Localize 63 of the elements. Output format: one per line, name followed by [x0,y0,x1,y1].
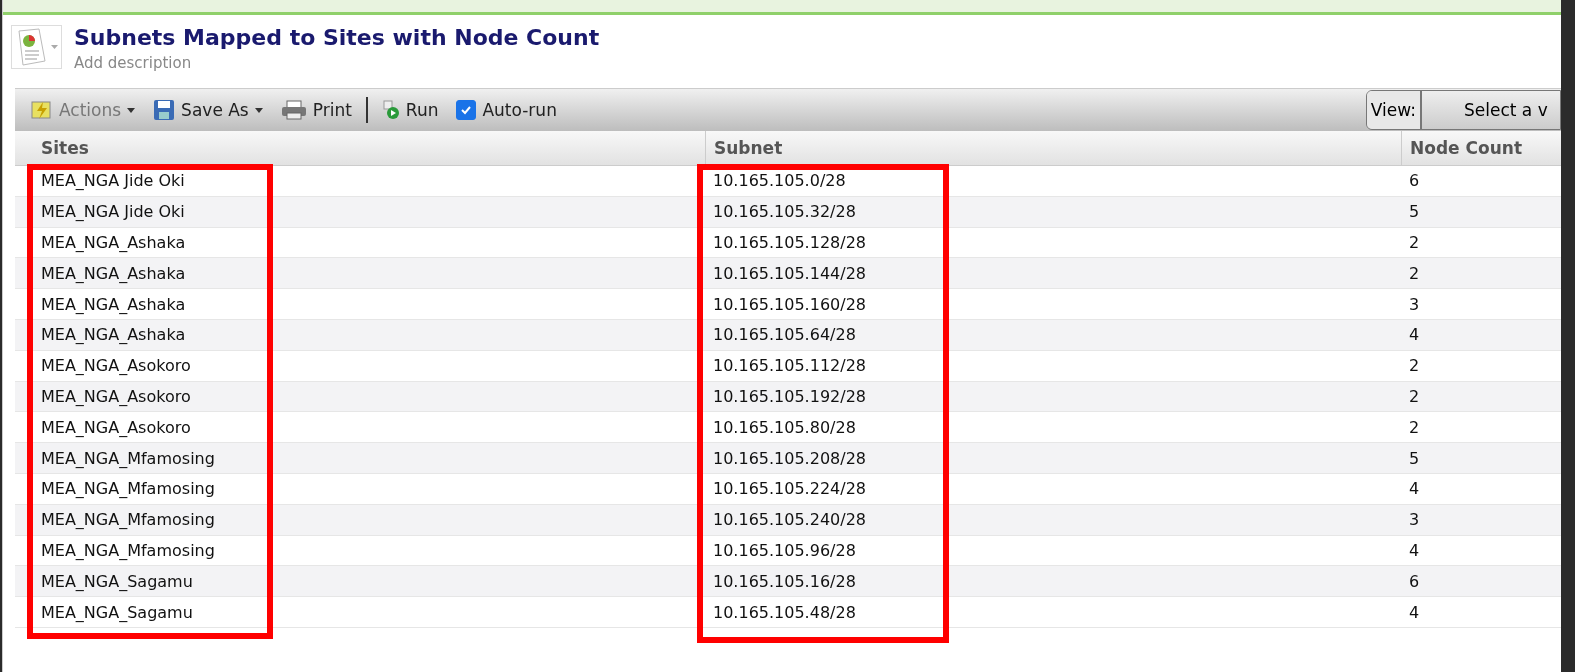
table-cell-text: 10.165.105.144/28 [712,263,867,283]
table-cell-text: 10.165.105.112/28 [712,356,867,376]
table-cell-text: MEA_NGA_Sagamu [40,571,194,591]
auto-run-checkbox[interactable]: Auto-run [452,98,561,122]
lightning-icon [31,100,53,120]
table-cell-text: MEA_NGA_Mfamosing [40,479,216,499]
table-cell-text: 6 [1408,171,1421,191]
table-cell-text: MEA_NGA_Ashaka [40,263,187,283]
run-button[interactable]: Run [377,98,443,122]
run-icon [381,100,400,120]
report-icon [15,27,49,67]
table-cell-text: 6 [1408,571,1421,591]
table-cell-text: 10.165.105.96/28 [712,540,857,560]
table-cell-text: 2 [1408,417,1421,437]
table-cell-text: 10.165.105.16/28 [712,571,857,591]
table-cell-text: 10.165.105.64/28 [712,325,857,345]
table-cell-text: 3 [1408,510,1421,530]
column-header[interactable]: Node Count [1401,131,1561,165]
add-description-link[interactable]: Add description [74,54,600,72]
table-cell-text: 5 [1408,202,1421,222]
table-cell-text: 10.165.105.32/28 [712,202,857,222]
printer-icon [280,100,307,120]
table-cell-text: MEA_NGA Jide Oki [40,171,186,191]
table-cell-text: 3 [1408,294,1421,314]
table-cell-text: 2 [1408,356,1421,376]
table-cell-text: MEA_NGA_Ashaka [40,233,187,252]
table-cell-text: 10.165.105.192/28 [712,386,867,406]
table-cell-text: 10.165.105.0/28 [712,171,847,191]
table-cell-text: MEA_NGA_Asokoro [40,417,192,437]
caret-icon [51,45,58,49]
table-cell-text: 10.165.105.160/28 [712,294,867,314]
table-cell-text: MEA_NGA_Asokoro [40,356,192,376]
table-cell-text: 2 [1408,233,1421,252]
table-cell-text: MEA_NGA_Mfamosing [40,510,216,530]
table-cell-text: 4 [1408,325,1421,345]
table-cell-text: MEA_NGA_Ashaka [40,294,187,314]
table-cell-text: MEA_NGA_Ashaka [40,325,187,345]
table-cell-text: 10.165.105.224/28 [712,479,867,499]
table-cell-text: MEA_NGA_Mfamosing [40,448,216,468]
save-icon [153,99,176,121]
save-as-button[interactable]: Save As [149,97,267,123]
column-header[interactable]: Sites [15,131,705,165]
table-cell-text: 10.165.105.48/28 [712,602,857,622]
report-menu-button[interactable] [11,25,62,69]
table-cell-text: 10.165.105.128/28 [712,233,867,252]
caret-icon [127,107,136,113]
table-cell-text: 10.165.105.208/28 [712,448,867,468]
print-button[interactable]: Print [276,98,356,122]
table-cell-text: 4 [1408,602,1421,622]
caret-icon [254,107,263,113]
column-header[interactable]: Subnet [705,131,1401,165]
table-cell-text: 5 [1408,448,1421,468]
report-title: Subnets Mapped to Sites with Node Count [74,25,600,50]
table-cell-text: 4 [1408,540,1421,560]
table-cell-text: 10.165.105.240/28 [712,510,867,530]
table-cell-text: MEA_NGA Jide Oki [40,202,186,222]
table-cell-text: MEA_NGA_Sagamu [40,602,194,622]
table-cell-text: MEA_NGA_Asokoro [40,386,192,406]
table-cell-text: 2 [1408,263,1421,283]
table-cell-text: MEA_NGA_Mfamosing [40,540,216,560]
table-cell-text: 10.165.105.80/28 [712,417,857,437]
table-cell-text: 4 [1408,479,1421,499]
table-cell-text: 2 [1408,386,1421,406]
